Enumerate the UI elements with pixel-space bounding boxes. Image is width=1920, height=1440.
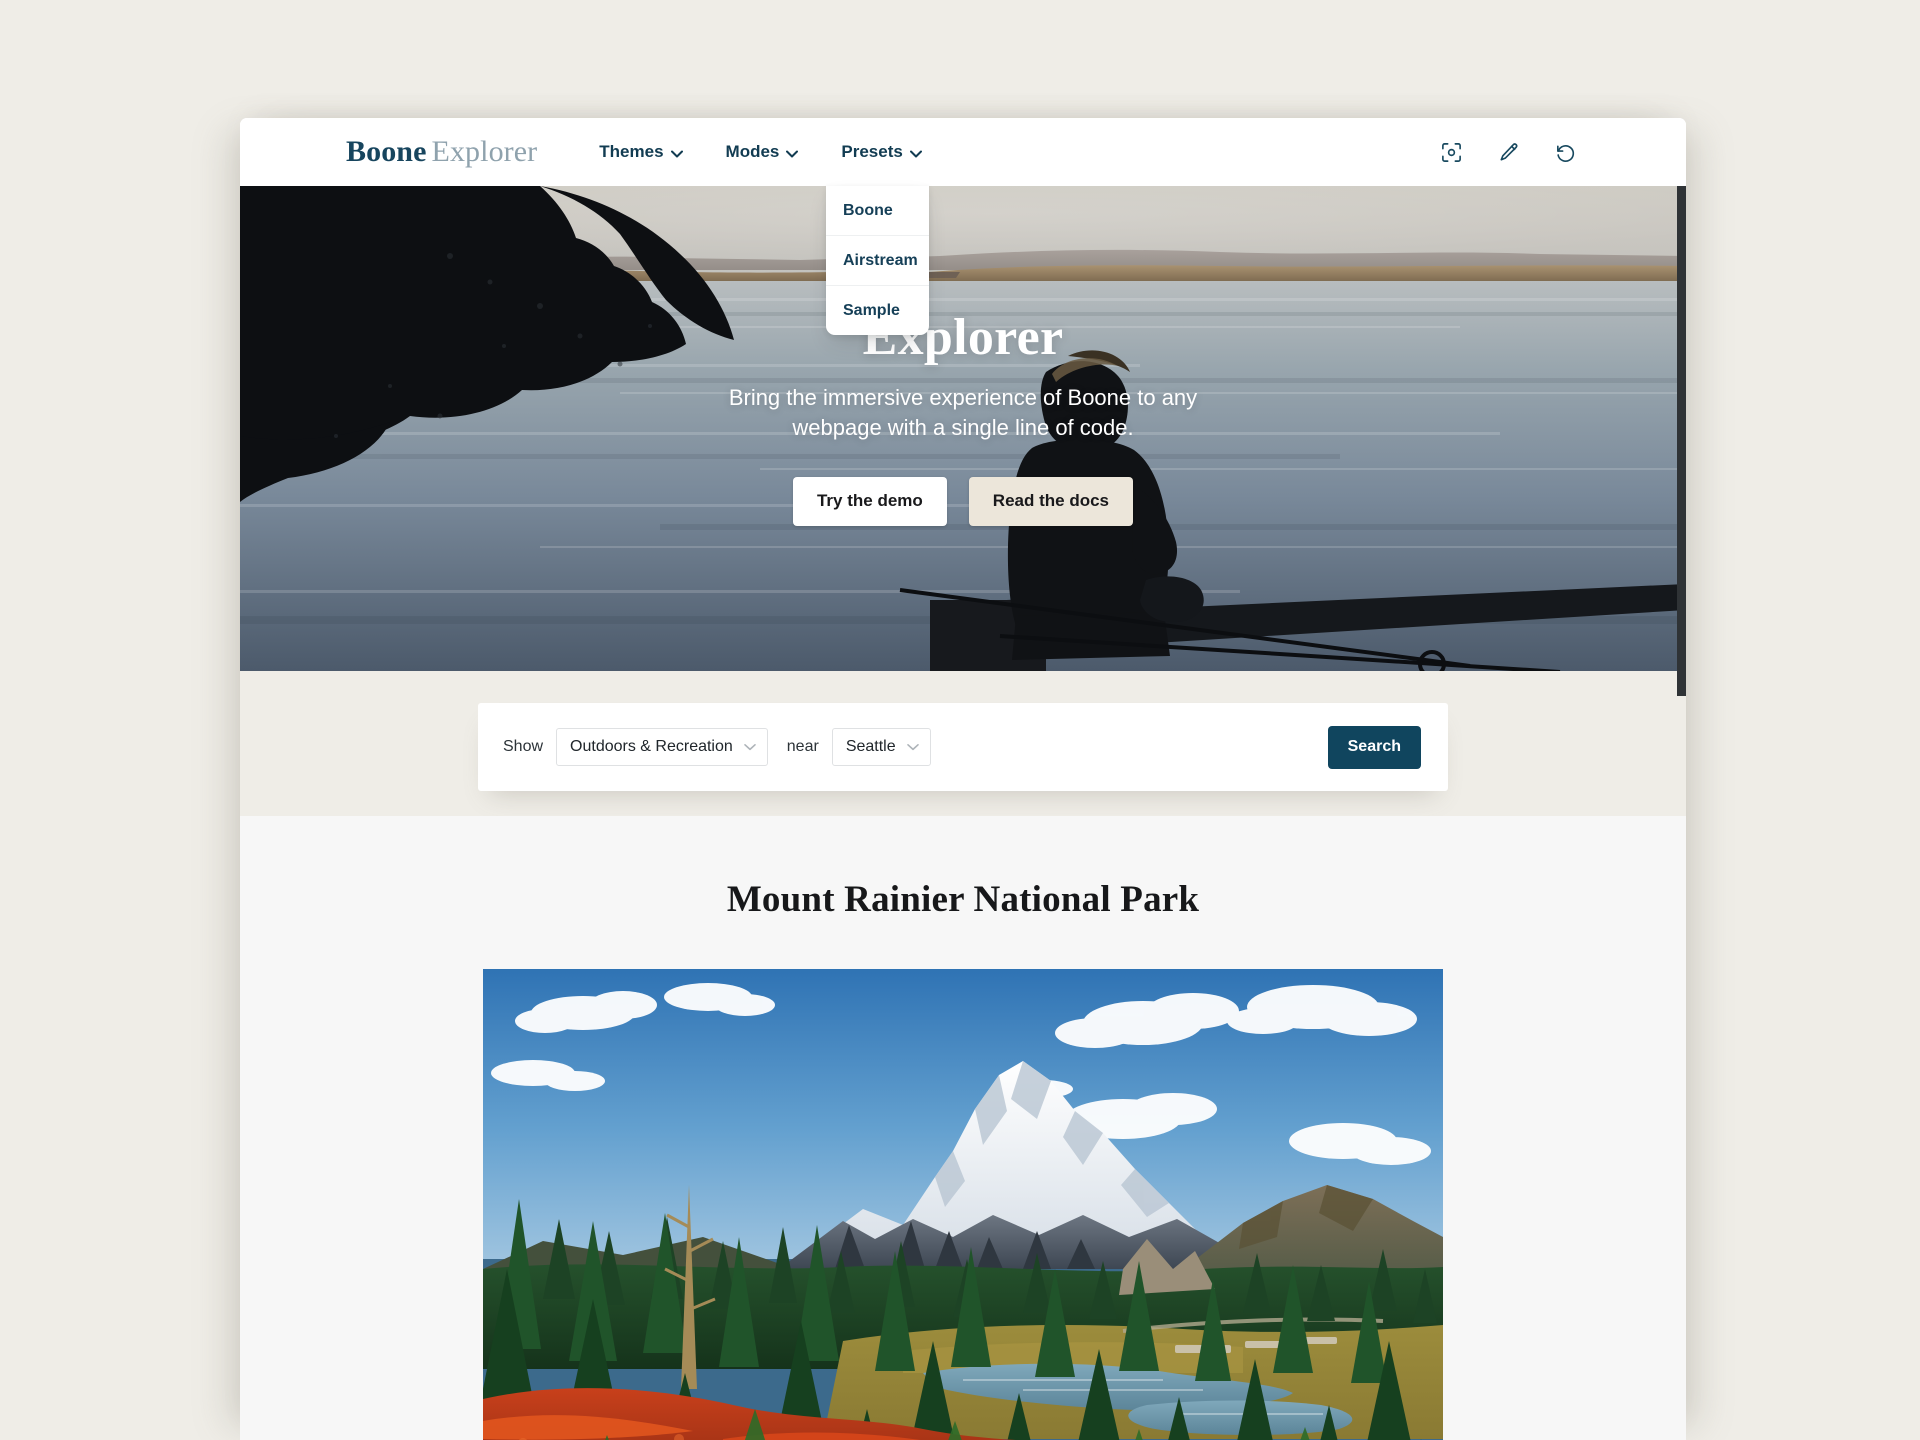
vertical-scrollbar-thumb[interactable] <box>1677 186 1686 696</box>
themes-dropdown-item-boone[interactable]: Boone <box>826 186 929 235</box>
hero-section: Explorer Bring the immersive experience … <box>240 186 1686 671</box>
location-select-value: Seattle <box>845 738 896 755</box>
search-card: Show Outdoors & Recreation near Seattle … <box>478 703 1448 791</box>
app-header: Boone Explorer Themes Modes Presets Boon… <box>240 118 1686 335</box>
chevron-down-icon <box>906 743 919 751</box>
nav-item-themes-label: Themes <box>599 142 664 161</box>
chevron-down-icon <box>743 743 756 751</box>
hero-content: Explorer Bring the immersive experience … <box>240 186 1686 671</box>
browser-window-card: Boone Explorer Themes Modes Presets Boon… <box>240 118 1686 1440</box>
main-nav: Themes Modes Presets <box>599 136 922 168</box>
result-title: Mount Rainier National Park <box>726 879 1200 920</box>
nav-item-modes[interactable]: Modes <box>725 136 799 168</box>
category-select-value: Outdoors & Recreation <box>570 738 733 755</box>
try-the-demo-button[interactable]: Try the demo <box>792 476 947 526</box>
capture-icon[interactable] <box>1438 139 1464 165</box>
themes-dropdown-item-sample[interactable]: Sample <box>826 285 929 335</box>
read-the-docs-button[interactable]: Read the docs <box>968 476 1133 526</box>
category-select[interactable]: Outdoors & Recreation <box>556 728 768 766</box>
brand-logo[interactable]: Boone Explorer <box>346 137 537 167</box>
brand-logo-primary: Boone <box>346 135 427 168</box>
nav-item-presets[interactable]: Presets <box>841 136 922 168</box>
undo-reset-icon[interactable] <box>1552 139 1578 165</box>
nav-item-presets-label: Presets <box>841 142 903 161</box>
nav-item-themes[interactable]: Themes <box>599 136 683 168</box>
hero-subtitle: Bring the immersive experience of Boone … <box>728 385 1198 441</box>
themes-dropdown-item-airstream[interactable]: Airstream <box>826 235 929 285</box>
search-show-label: Show <box>503 738 544 755</box>
edit-pencil-icon[interactable] <box>1495 139 1521 165</box>
brand-logo-secondary: Explorer <box>431 135 538 168</box>
chevron-down-icon <box>909 150 922 157</box>
header-actions <box>1438 139 1578 165</box>
location-select[interactable]: Seattle <box>831 728 931 766</box>
themes-dropdown-menu: Boone Airstream Sample <box>826 186 929 335</box>
chevron-down-icon <box>670 150 683 157</box>
hero-button-group: Try the demo Read the docs <box>792 476 1133 526</box>
search-near-label: near <box>786 738 819 755</box>
vertical-scrollbar-track[interactable] <box>1677 186 1686 1440</box>
chevron-down-icon <box>786 150 799 157</box>
search-band: Show Outdoors & Recreation near Seattle … <box>240 671 1686 816</box>
results-section: Mount Rainier National Park <box>240 816 1686 1440</box>
search-button[interactable]: Search <box>1327 725 1421 769</box>
nav-item-modes-label: Modes <box>725 142 780 161</box>
result-image[interactable] <box>483 969 1443 1440</box>
